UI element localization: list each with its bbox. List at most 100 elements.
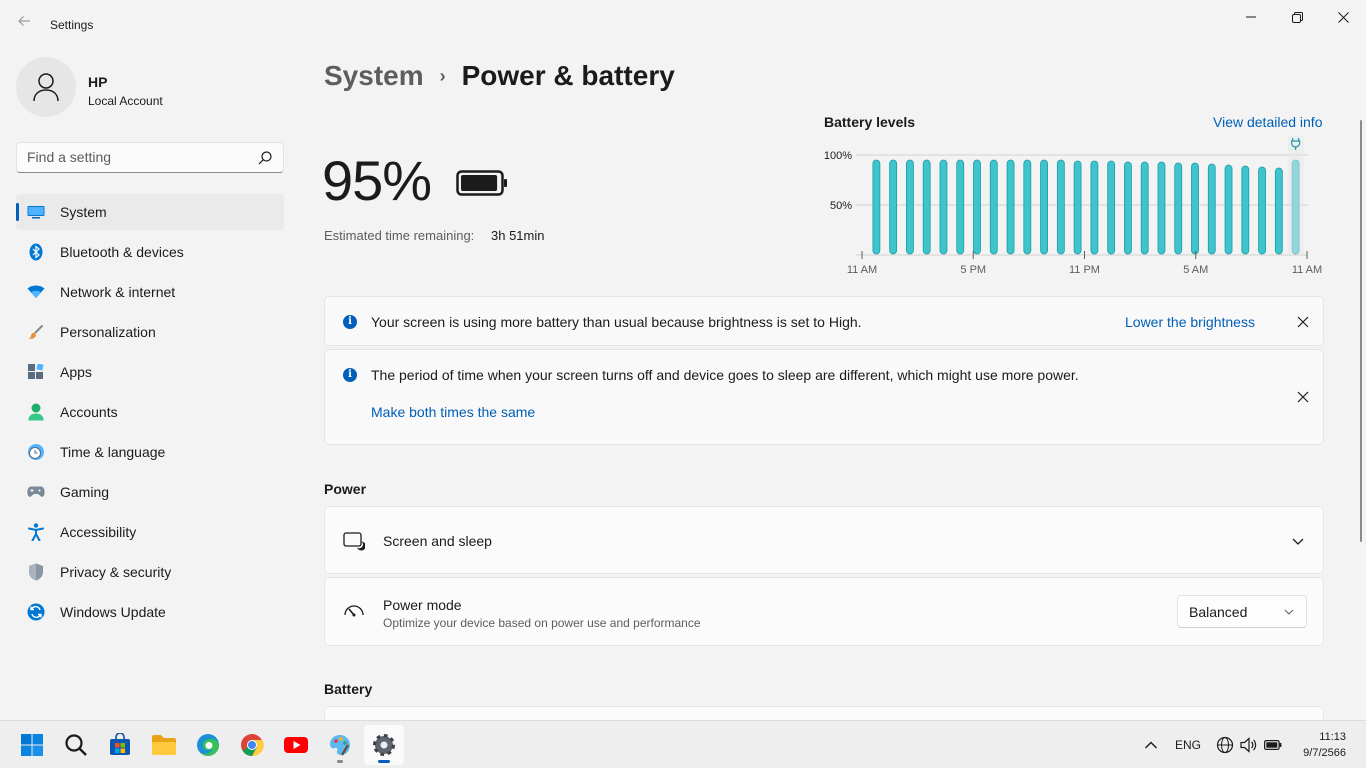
y-tick-label: 100% [824, 150, 852, 162]
sidebar-item-label: Windows Update [60, 604, 166, 620]
make-times-same-link[interactable]: Make both times the same [371, 404, 535, 420]
battery-section-title: Battery [324, 681, 373, 697]
title-bar: Settings [0, 0, 1366, 48]
profile-account-type: Local Account [88, 94, 163, 108]
battery-icon [456, 170, 507, 196]
breadcrumb-separator-icon: › [439, 65, 446, 86]
sidebar-item-personalization[interactable]: Personalization [16, 314, 284, 350]
close-button[interactable] [1320, 4, 1366, 30]
sidebar-item-windows-update[interactable]: Windows Update [16, 594, 284, 630]
youtube-app[interactable] [276, 725, 316, 765]
chevron-down-icon [1284, 609, 1294, 615]
file-explorer-icon [152, 735, 176, 755]
battery-level-bar [1140, 161, 1149, 255]
sidebar-item-label: Accessibility [60, 524, 137, 540]
update-icon [26, 602, 46, 622]
power-mode-dropdown[interactable]: Balanced [1177, 595, 1307, 628]
sidebar-item-label: Privacy & security [60, 564, 172, 580]
start-button[interactable] [12, 725, 52, 765]
screen-and-sleep-row[interactable]: Screen and sleep [324, 506, 1324, 574]
sidebar-item-gaming[interactable]: Gaming [16, 474, 284, 510]
edge-app[interactable] [188, 725, 228, 765]
battery-level-bar [939, 159, 948, 255]
sidebar-item-accessibility[interactable]: Accessibility [16, 514, 284, 550]
sleep-mismatch-notice: i The period of time when your screen tu… [324, 349, 1324, 445]
view-detailed-info-link[interactable]: View detailed info [1213, 114, 1322, 130]
battery-level-bar [1023, 159, 1032, 255]
battery-level-bar [1241, 165, 1250, 255]
info-icon: i [343, 315, 357, 329]
battery-tray-button[interactable] [1264, 721, 1282, 768]
x-tick-label: 11 PM [1069, 264, 1100, 276]
sidebar: HP Local Account System Bluetooth & devi… [0, 48, 300, 720]
edge-icon [197, 734, 219, 756]
active-indicator [378, 760, 390, 763]
sidebar-item-privacy[interactable]: Privacy & security [16, 554, 284, 590]
battery-percentage: 95% [322, 149, 432, 212]
battery-levels-chart: 100% 50% 11 AM 5 PM 11 PM 5 AM 11 AM [824, 136, 1322, 276]
x-tick-label: 5 PM [960, 264, 986, 276]
battery-level-bar [989, 159, 998, 255]
row-subtitle: Optimize your device based on power use … [383, 616, 701, 630]
minimize-button[interactable] [1228, 4, 1274, 30]
globe-icon [1216, 736, 1234, 754]
volume-tray-button[interactable] [1240, 721, 1258, 768]
show-hidden-icons-button[interactable] [1144, 721, 1158, 768]
person-icon [33, 73, 59, 102]
paint-app[interactable] [320, 725, 360, 765]
battery-levels-title: Battery levels [824, 114, 916, 130]
battery-level-bar [906, 159, 914, 255]
battery-level-bar [1006, 159, 1015, 255]
taskbar-search-button[interactable] [56, 725, 96, 765]
clock-time: 11:13 [1319, 731, 1346, 743]
search-input[interactable] [27, 149, 247, 165]
sidebar-item-network[interactable]: Network & internet [16, 274, 284, 310]
restore-icon [1291, 11, 1303, 23]
restore-button[interactable] [1274, 4, 1320, 30]
network-tray-button[interactable] [1216, 721, 1234, 768]
volume-icon [1240, 737, 1257, 753]
back-button[interactable] [12, 12, 36, 36]
bluetooth-icon [26, 242, 46, 262]
close-icon[interactable] [1295, 389, 1311, 405]
user-profile[interactable]: HP Local Account [16, 57, 286, 117]
row-title: Screen and sleep [383, 533, 492, 549]
chevron-down-icon[interactable] [1291, 534, 1305, 548]
lower-brightness-link[interactable]: Lower the brightness [1125, 314, 1255, 330]
breadcrumb-parent[interactable]: System [324, 60, 424, 92]
sidebar-item-system[interactable]: System [16, 194, 284, 230]
power-mode-row: Power mode Optimize your device based on… [324, 577, 1324, 646]
close-icon [1337, 11, 1349, 23]
settings-app[interactable] [364, 725, 404, 765]
language-indicator[interactable]: ENG [1175, 721, 1201, 768]
battery-level-bar [1107, 160, 1116, 255]
battery-icon [1264, 740, 1282, 751]
scrollbar[interactable] [1360, 120, 1362, 542]
sidebar-item-accounts[interactable]: Accounts [16, 394, 284, 430]
apps-icon [26, 362, 46, 382]
search-box[interactable] [16, 142, 284, 173]
sidebar-item-bluetooth[interactable]: Bluetooth & devices [16, 234, 284, 270]
clock-date: 9/7/2566 [1303, 747, 1346, 759]
battery-level-bar [1174, 162, 1183, 255]
breadcrumb: System › Power & battery [324, 60, 675, 92]
search-icon[interactable] [257, 150, 273, 166]
file-explorer-app[interactable] [144, 725, 184, 765]
accessibility-icon [26, 522, 46, 542]
chrome-app[interactable] [232, 725, 272, 765]
estimated-time-value: 3h 51min [491, 228, 545, 243]
sidebar-item-label: Gaming [60, 484, 110, 500]
close-icon[interactable] [1295, 314, 1311, 330]
clock[interactable]: 11:13 9/7/2566 [1296, 729, 1346, 761]
notice-text: The period of time when your screen turn… [371, 367, 1079, 383]
sidebar-item-time-language[interactable]: Time & language [16, 434, 284, 470]
app-title: Settings [50, 18, 94, 32]
row-title: Power mode [383, 597, 462, 613]
battery-level-bar [1191, 162, 1199, 255]
x-tick-label: 11 AM [847, 264, 877, 276]
x-tick-label: 11 AM [1292, 264, 1322, 276]
battery-level-bar [1090, 160, 1099, 255]
sidebar-item-apps[interactable]: Apps [16, 354, 284, 390]
store-app[interactable] [100, 725, 140, 765]
battery-level-bar [1124, 161, 1132, 255]
